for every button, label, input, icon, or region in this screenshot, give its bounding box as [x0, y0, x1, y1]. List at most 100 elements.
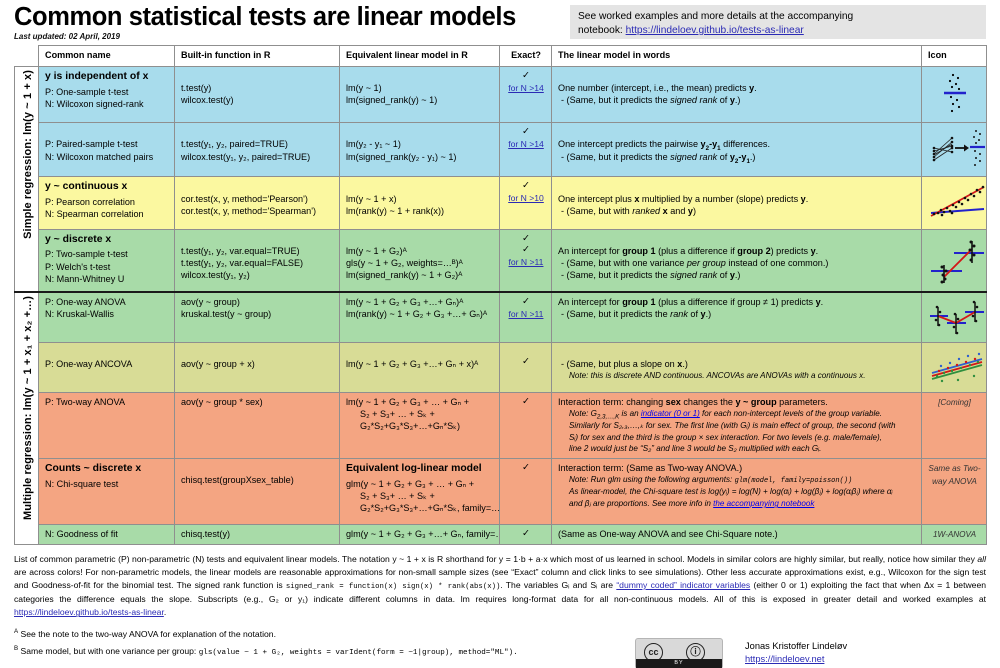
cell-function: . t.test(y₁, y₂, paired=TRUE) wilcox.tes…: [174, 122, 340, 178]
r-function: chisq.test(y): [181, 529, 231, 540]
exact-n-link[interactable]: for N >14: [508, 139, 544, 149]
icon-placeholder-label: 1W-ANOVA: [932, 530, 977, 540]
exact-n-link[interactable]: for N >11: [509, 309, 544, 319]
test-name: P: Welch's t-test: [45, 261, 111, 272]
cell-common-name: y ~ continuous x P: Pearson correlation …: [38, 176, 175, 230]
linear-model: lm(y ~ 1 + G₂ + G₃ +…+ Gₙ)ᴬ: [346, 296, 464, 307]
linear-model: lm(rank(y) ~ 1 + rank(x)): [346, 205, 445, 216]
linear-model: lm(y₂ - y₁ ~ 1): [346, 139, 401, 150]
icon-scatter-regression: [921, 176, 987, 230]
cell-common-name: . P: One-way ANCOVA: [38, 341, 175, 394]
r-function: chisq.test(groupXsex_table): [181, 475, 294, 486]
words-line: - (Same, but with ranked x and y): [561, 205, 696, 216]
words-line: (Same as One-way ANOVA and see Chi-Squar…: [558, 529, 778, 540]
linear-model: lm(y ~ 1 + G₂)ᴬ: [346, 245, 407, 256]
words-note: and βⱼ are proportions. See more info in…: [569, 499, 916, 510]
cell-common-name: P: Two-way ANOVA: [38, 392, 175, 460]
row-group-title: y ~ discrete x: [45, 233, 112, 245]
indicator-link[interactable]: indicator (0 or 1): [641, 409, 700, 418]
linear-model: lm(y ~ 1 + G₂ + G₃ + … + Gₙ +: [346, 397, 470, 408]
linear-model: S₂ + S₃+ … + Sₖ +: [360, 491, 435, 502]
linear-model: lm(signed_rank(y) ~ 1 + G₂)ᴬ: [346, 270, 463, 281]
cell-common-name: P: One-way ANOVA N: Kruskal-Wallis: [38, 290, 175, 343]
linear-model: S₂ + S₃+ … + Sₖ +: [360, 409, 435, 420]
exact-n-link[interactable]: for N >14: [508, 83, 544, 93]
footer-seg: . The variables Gᵢ and Sᵢ are: [500, 580, 617, 591]
author-name: Jonas Kristoffer Lindeløv: [745, 641, 848, 651]
check-icon: ✓: [522, 244, 530, 256]
two-group-icon: [931, 240, 984, 284]
log-linear-heading: Equivalent log-linear model: [346, 463, 482, 475]
dummy-coded-link[interactable]: “dummy coded” indicator variables: [616, 580, 750, 590]
header-block: Common statistical tests are linear mode…: [14, 3, 564, 41]
check-icon: ✓: [522, 126, 530, 138]
words-note: line 2 would just be “S₂” and line 3 wou…: [569, 444, 822, 454]
cell-exact: ✓ for N >14: [499, 122, 552, 178]
paired-difference-icon: [932, 130, 985, 167]
header-exact: Exact?: [499, 45, 552, 67]
cell-common-name: . P: Paired-sample t-test N: Wilcoxon ma…: [38, 122, 175, 178]
header-builtin-function: Built-in function in R: [174, 45, 340, 67]
test-name: N: Goodness of fit: [45, 529, 118, 540]
cell-linear-model: lm(y ~ 1 + G₂ + G₃ + … + Gₙ + S₂ + S₃+ ……: [339, 392, 500, 460]
cell-function: . chisq.test(groupXsex_table): [174, 458, 340, 526]
icon-two-group: [921, 228, 987, 293]
test-name: P: One-sample t-test: [45, 86, 129, 97]
icon-1w-anova: 1W-ANOVA: [921, 524, 987, 546]
test-name: N: Spearman correlation: [45, 209, 144, 220]
cell-common-name: y ~ discrete x P: Two-sample t-test P: W…: [38, 228, 175, 293]
cell-common-name: N: Goodness of fit: [38, 524, 175, 546]
r-function: t.test(y): [181, 83, 212, 94]
linear-model: gls(y ~ 1 + G₂, weights=…ᴮ)ᴬ: [346, 257, 463, 268]
words-note: As linear-model, the Chi-square test is …: [569, 487, 893, 497]
words-note: Similarly for S₂,₃,…,ₖ for sex. The firs…: [569, 420, 896, 430]
accompanying-notebook-link[interactable]: the accompanying notebook: [713, 499, 814, 508]
r-function: wilcox.test(y₁, y₂): [181, 270, 250, 281]
cell-function: . cor.test(x, y, method='Pearson') cor.t…: [174, 176, 340, 230]
accompanying-notebook-box: See worked examples and more details at …: [570, 5, 986, 39]
cell-linear-model: Equivalent log-linear model glm(y ~ 1 + …: [339, 458, 500, 526]
r-function: t.test(y₁, y₂, var.equal=FALSE): [181, 257, 304, 268]
check-icon: ✓: [522, 70, 530, 81]
row-group-title: y ~ continuous x: [45, 181, 128, 193]
cell-linear-model: . lm(y ~ 1) lm(signed_rank(y) ~ 1): [339, 65, 500, 124]
footnote-b: B Same model, but with one variance per …: [14, 645, 654, 659]
ancova-icon: [931, 352, 983, 383]
icon-same-as-two-way: Same as Two-way ANOVA: [921, 458, 987, 526]
footer-code: signed_rank = function(x) sign(x) * rank…: [285, 583, 501, 592]
words-note: Note: G2,3,…,K is an indicator (0 or 1) …: [569, 409, 916, 420]
note-seg: for each non-intercept levels of the gro…: [699, 409, 883, 419]
table-row-one-way-anova: Multiple regression: lm(y ~ 1 + x₁ + x₂ …: [14, 290, 987, 546]
r-function: cor.test(x, y, method='Pearson'): [181, 193, 308, 204]
test-name: N: Kruskal-Wallis: [45, 308, 114, 319]
cell-linear-model: . lm(y ~ 1 + G₂ + G₃ +…+ Gₙ + x)ᴬ: [339, 341, 500, 394]
exact-n-link[interactable]: for N >10: [508, 193, 544, 203]
exact-n-link[interactable]: for N >11: [509, 257, 544, 267]
cell-words: . One number (intercept, i.e., the mean)…: [551, 65, 922, 124]
icon-coming: [Coming]: [921, 392, 987, 460]
note-seg: Note: Run glm using the following argume…: [569, 475, 735, 485]
table-row-one-sample: Simple regression: lm(y ~ 1 + x) y is in…: [14, 65, 987, 293]
tests-as-linear-link[interactable]: https://lindeloev.github.io/tests-as-lin…: [14, 607, 164, 617]
header-icon: Icon: [921, 45, 987, 67]
linear-model: lm(signed_rank(y) ~ 1): [346, 95, 438, 106]
linear-model: G₂*S₂+G₃*S₃+…+Gₙ*Sₖ): [360, 421, 461, 432]
cell-words: . One intercept predicts the pairwise y2…: [551, 122, 922, 178]
icon-ancova: [921, 341, 987, 394]
side-label-simple-regression: Simple regression: lm(y ~ 1 + x): [14, 65, 39, 293]
footnote-a: A See the note to the two-way ANOVA for …: [14, 628, 654, 641]
header-equivalent-linear-model: Equivalent linear model in R: [339, 45, 500, 67]
table-row-chi-square: Counts ~ discrete x N: Chi-square test .…: [15, 458, 987, 526]
cell-function: . t.test(y) wilcox.test(y): [174, 65, 340, 124]
table-row-two-sample: y ~ discrete x P: Two-sample t-test P: W…: [15, 228, 987, 293]
icon-placeholder-label: [Coming]: [938, 398, 971, 408]
check-icon: ✓: [522, 396, 530, 408]
notebook-link[interactable]: https://lindeloev.github.io/tests-as-lin…: [626, 25, 804, 36]
words-line: - (Same, but it predicts the signed rank…: [561, 270, 741, 281]
r-function: wilcox.test(y): [181, 95, 234, 106]
test-name: P: Two-sample t-test: [45, 249, 128, 260]
words-line: - (Same, but it predicts the signed rank…: [561, 95, 741, 106]
side-label-multiple-regression: Multiple regression: lm(y ~ 1 + x₁ + x₂ …: [14, 290, 39, 546]
linear-model: glm(y ~ 1 + G₂ + G₃ + … + Gₙ +: [346, 478, 475, 489]
author-link[interactable]: https://lindeloev.net: [745, 654, 824, 664]
